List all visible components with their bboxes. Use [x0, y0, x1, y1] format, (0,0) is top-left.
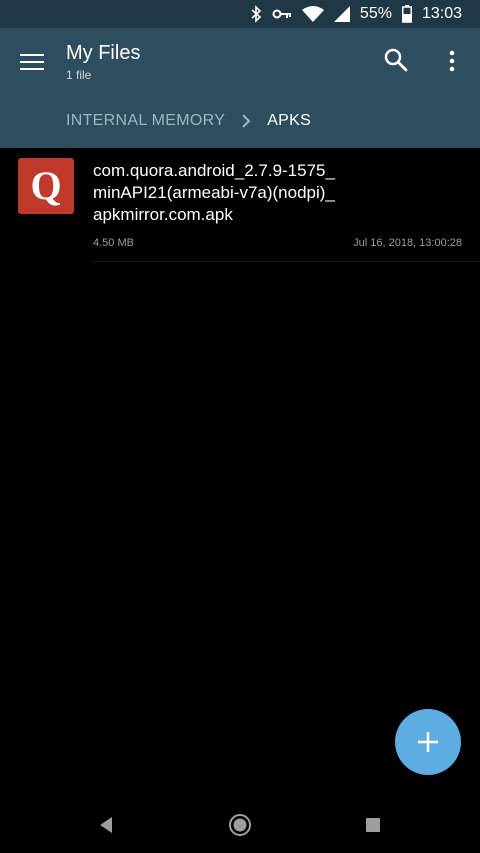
- battery-icon: [401, 5, 412, 23]
- add-icon: [418, 732, 438, 752]
- file-list-item[interactable]: Q com.quora.android_2.7.9-1575_minAPI21(…: [0, 148, 480, 262]
- navigation-bar: [0, 797, 480, 853]
- bluetooth-icon: [251, 5, 262, 23]
- list-divider: [93, 261, 480, 262]
- app-bar: My Files 1 file INTERNAL MEMORY APKS: [0, 28, 480, 148]
- quora-app-icon: Q: [18, 158, 74, 214]
- breadcrumb-current-folder[interactable]: APKS: [267, 112, 311, 130]
- back-icon: [100, 817, 112, 833]
- more-options-button[interactable]: [440, 48, 464, 74]
- home-button[interactable]: [226, 811, 254, 839]
- menu-button[interactable]: [18, 50, 48, 72]
- chevron-right-icon: [242, 114, 251, 128]
- page-title: My Files: [66, 42, 141, 64]
- wifi-icon: [301, 6, 324, 22]
- battery-percent: 55%: [359, 5, 392, 22]
- status-icons: 55% 13:03: [250, 4, 462, 24]
- signal-icon: [333, 6, 350, 22]
- recents-button[interactable]: [359, 811, 387, 839]
- add-fab-button[interactable]: [395, 709, 461, 775]
- vpn-key-icon: [272, 9, 291, 19]
- back-button[interactable]: [92, 811, 120, 839]
- file-name: com.quora.android_2.7.9-1575_minAPI21(ar…: [93, 161, 335, 224]
- search-icon: [384, 48, 408, 72]
- file-date: Jul 16, 2018, 13:00:28: [353, 237, 462, 249]
- status-bar: 55% 13:03: [0, 0, 480, 28]
- home-icon: [229, 814, 251, 836]
- recents-icon: [366, 818, 380, 832]
- status-time: 13:03: [421, 5, 462, 22]
- breadcrumb-internal-memory[interactable]: INTERNAL MEMORY: [66, 112, 225, 130]
- breadcrumb: INTERNAL MEMORY APKS: [66, 112, 311, 130]
- file-count: 1 file: [66, 68, 92, 82]
- more-vert-icon: [449, 50, 455, 72]
- file-size: 4.50 MB: [93, 237, 134, 249]
- search-button[interactable]: [382, 46, 410, 74]
